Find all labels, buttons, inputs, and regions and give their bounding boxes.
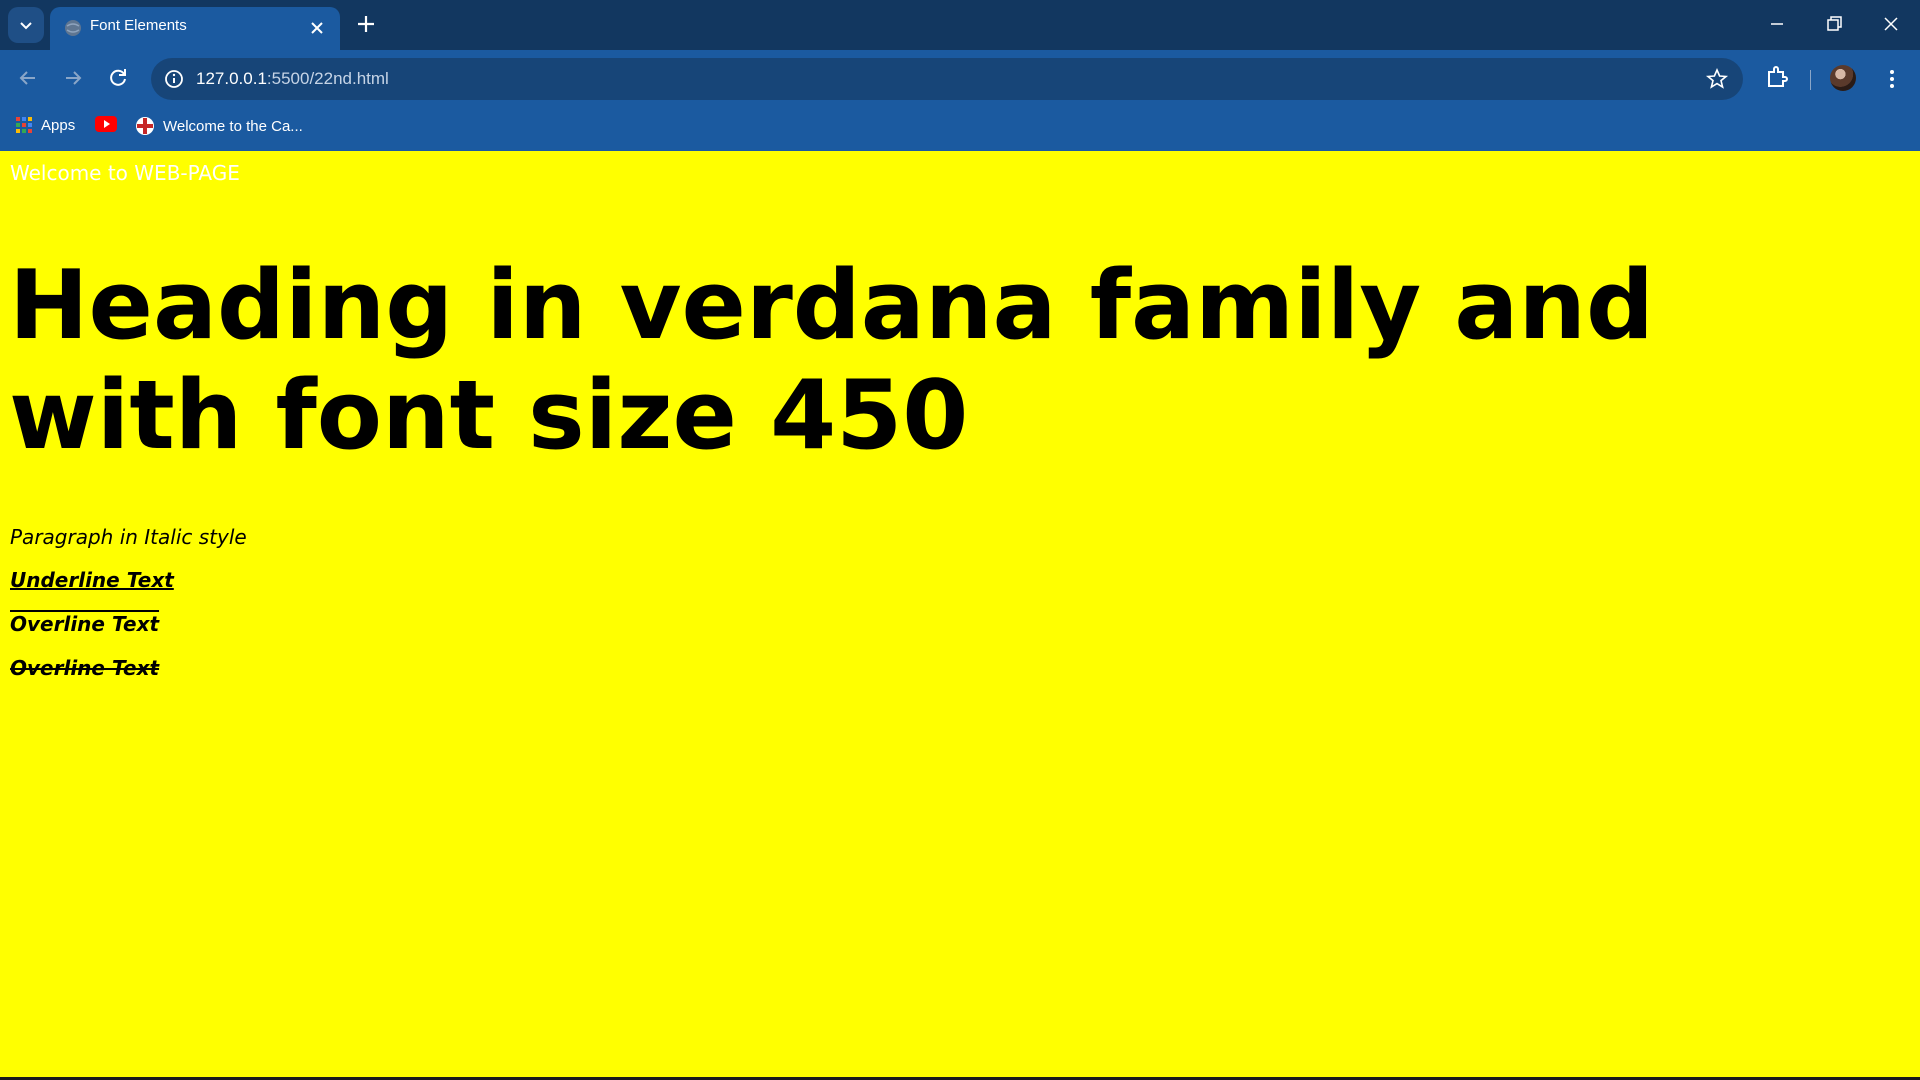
welcome-text: Welcome to WEB-PAGE	[10, 161, 240, 185]
youtube-icon	[95, 116, 117, 132]
bookmark-welcome-label: Welcome to the Ca...	[163, 117, 303, 135]
bookmark-apps-label: Apps	[41, 116, 76, 134]
back-arrow-icon[interactable]	[14, 64, 42, 92]
linethrough-text: Overline Text	[10, 656, 160, 680]
bookmark-star-icon[interactable]	[1705, 67, 1729, 91]
site-favicon-icon	[136, 117, 154, 135]
globe-icon	[65, 20, 81, 36]
close-window-icon[interactable]	[1879, 12, 1903, 36]
browser-toolbar: 127.0.0.1:5500/22nd.html	[0, 50, 1920, 106]
web-page-content: Welcome to WEB-PAGE Heading in verdana f…	[0, 151, 1920, 1080]
info-icon[interactable]	[163, 68, 185, 90]
bookmarks-bar: Apps Welcome to the Ca...	[0, 106, 1920, 151]
bookmark-youtube[interactable]	[95, 116, 117, 132]
reload-icon[interactable]	[104, 64, 132, 92]
url-path: :5500/22nd.html	[266, 69, 389, 88]
apps-grid-icon	[16, 117, 32, 133]
toolbar-divider	[1810, 70, 1811, 90]
url-host: 127.0.0.1	[196, 69, 267, 88]
chevron-down-icon	[20, 22, 32, 30]
tab-strip: Font Elements	[0, 0, 1920, 50]
address-bar[interactable]: 127.0.0.1:5500/22nd.html	[151, 58, 1743, 100]
profile-avatar[interactable]	[1830, 65, 1856, 91]
overline-text: Overline Text	[10, 612, 160, 636]
italic-paragraph: Paragraph in Italic style	[10, 525, 247, 549]
minimize-icon[interactable]	[1765, 12, 1789, 36]
kebab-menu-icon[interactable]	[1880, 65, 1904, 93]
url-text: 127.0.0.1:5500/22nd.html	[196, 69, 389, 89]
tab-active[interactable]: Font Elements	[50, 7, 340, 50]
tab-title: Font Elements	[90, 17, 187, 34]
forward-arrow-icon[interactable]	[59, 64, 87, 92]
close-tab-icon[interactable]	[308, 19, 326, 37]
tab-search-button[interactable]	[8, 7, 44, 43]
bookmark-welcome[interactable]: Welcome to the Ca...	[135, 116, 303, 136]
bookmark-apps[interactable]: Apps	[15, 116, 75, 134]
new-tab-icon[interactable]	[355, 13, 377, 35]
restore-icon[interactable]	[1822, 12, 1846, 36]
page-heading: Heading in verdana family and with font …	[9, 251, 1655, 471]
extensions-puzzle-icon[interactable]	[1763, 63, 1791, 91]
underline-text: Underline Text	[10, 568, 174, 592]
